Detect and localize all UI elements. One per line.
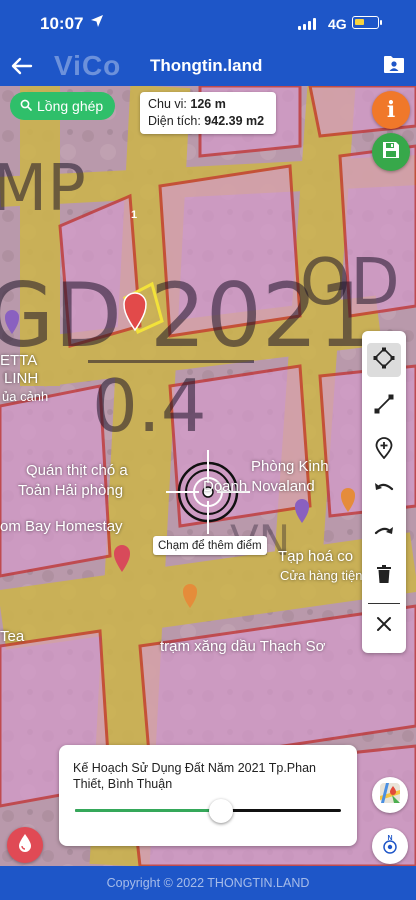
map-label-phong-kinh-2: Doanh Novaland [203,478,315,495]
color-fill-button[interactable] [7,827,43,863]
cellular-signal-icon [298,18,318,30]
add-location-icon [373,436,395,464]
area-label: Diện tích: [148,114,201,128]
drawing-toolbar [362,331,406,653]
trash-icon [374,564,394,589]
redo-icon [373,521,395,548]
layer-opacity-card: Kế Hoạch Sử Dụng Đất Năm 2021 Tp.Phan Th… [59,745,357,846]
undo-icon [373,477,395,504]
area-value: 942.39 m2 [204,114,265,128]
copyright-text: Copyright © 2022 THONGTIN.LAND [106,876,310,890]
slider-fill [75,809,222,812]
redo-tool[interactable] [367,517,401,551]
water-drop-icon [17,833,33,858]
network-type: 4G [328,16,347,32]
app-header: ViCo Thongtin.land [0,48,416,86]
compass-button[interactable]: N [372,828,408,864]
zone-od-overlay: OD [300,246,400,320]
status-time: 10:07 [40,14,84,33]
area-row: Diện tích: 942.39 m2 [148,113,268,130]
location-arrow-icon [90,14,104,31]
layer-toggle-button[interactable]: Lồng ghép [10,92,116,120]
perimeter-row: Chu vi: 126 m [148,96,268,113]
info-button[interactable]: i [372,91,410,129]
line-measure-tool[interactable] [367,389,401,423]
app-title: Thongtin.land [150,56,263,75]
parcel-pin-number: 1 [131,209,138,221]
info-icon: i [386,97,396,123]
floppy-disk-icon [381,140,401,165]
map-label-etta-3: ủa cảnh [2,389,49,404]
map-label-quan-thit-2: Toản Hải phòng [18,482,124,499]
zone-ratio-overlay: 0.4 [92,364,207,448]
toolbar-divider [368,603,400,604]
map-label-quan-thit-1: Quán thịt chó a [26,462,128,479]
map-label-taphoa-1: Tạp hoá co [278,548,354,565]
close-icon [375,615,393,638]
map-label-tea: Tea [0,628,25,645]
zone-underline [88,360,254,363]
delete-tool[interactable] [367,559,401,593]
battery-icon [352,16,382,29]
opacity-slider[interactable] [75,799,341,823]
folder-user-icon[interactable] [383,55,405,74]
back-arrow-icon[interactable] [10,54,38,80]
measurement-box: Chu vi: 126 m Diện tích: 942.39 m2 [140,92,276,134]
map-label-gas-station: trạm xăng dầu Thạch Sơ [160,638,326,655]
status-bar: 10:07 4G [0,0,416,48]
map-layers-icon [378,781,402,810]
polygon-select-tool[interactable] [367,343,401,377]
layer-toggle-label: Lồng ghép [37,98,104,114]
slider-thumb[interactable] [209,799,234,823]
map-label-taphoa-2: Cửa hàng tiện [280,568,363,583]
zone-mp-overlay: MP [0,152,86,226]
search-icon [20,98,32,114]
save-button[interactable] [372,133,410,171]
line-measure-icon [373,393,395,420]
perimeter-value: 126 m [190,97,226,111]
perimeter-label: Chu vi: [148,97,187,111]
map-label-homestay: om Bay Homestay [0,518,123,535]
map-label-etta-1: ETTA [0,352,38,369]
compass-icon: N [378,832,402,861]
vico-logo: ViCo [54,50,122,81]
tap-hint-tooltip: Chạm để thêm điểm [153,536,267,555]
map-label-etta-2: LINH [4,370,39,387]
undo-tool[interactable] [367,473,401,507]
add-point-tool[interactable] [367,433,401,467]
close-tool[interactable] [367,609,401,643]
footer: Copyright © 2022 THONGTIN.LAND [0,866,416,900]
google-maps-button[interactable] [372,777,408,813]
layer-name: Kế Hoạch Sử Dụng Đất Năm 2021 Tp.Phan Th… [73,761,316,791]
polygon-select-icon [373,347,395,374]
map-label-phong-kinh-1: Phòng Kinh [251,458,329,475]
